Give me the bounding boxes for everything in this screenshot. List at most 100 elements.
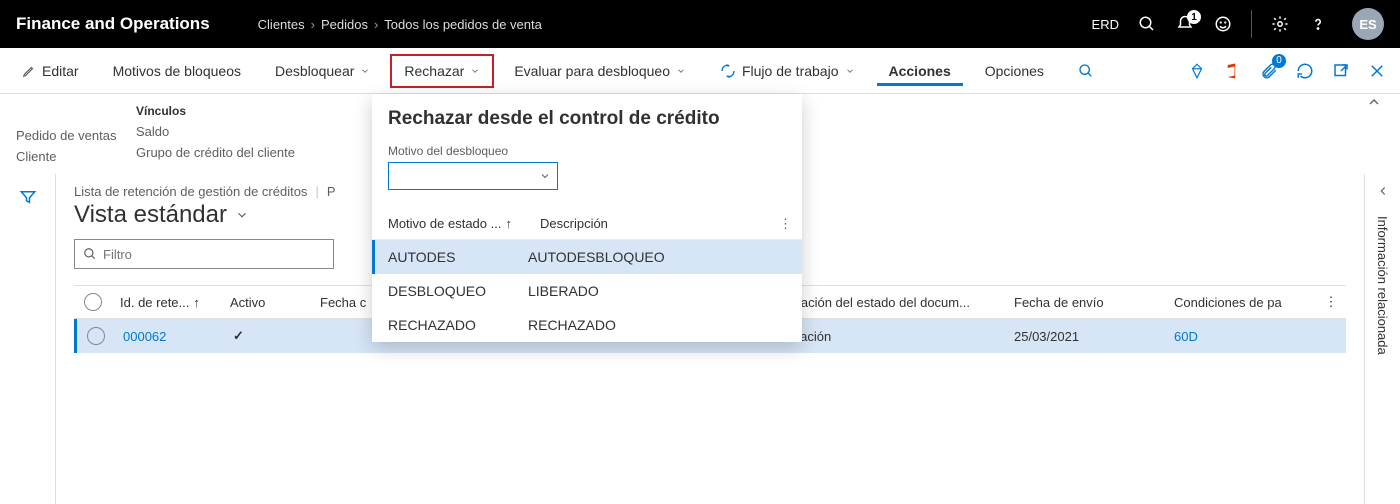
search-button[interactable] (1064, 54, 1108, 88)
attachment-count-badge: 0 (1272, 54, 1286, 68)
action-bar: Editar Motivos de bloqueos Desbloquear R… (0, 48, 1400, 94)
search-icon (1078, 63, 1094, 79)
row-cond[interactable]: 60D (1166, 319, 1316, 353)
dropdown-column-header: Motivo de estado ... ↑ Descripción ⋮ (372, 208, 802, 240)
topbar-right: ERD 1 ES (1092, 8, 1384, 40)
acciones-tab[interactable]: Acciones (875, 54, 965, 88)
breadcrumb-item[interactable]: Todos los pedidos de venta (384, 17, 542, 32)
flujo-button[interactable]: Flujo de trabajo (706, 54, 869, 88)
filter-input-wrap[interactable] (74, 239, 334, 269)
right-rail: Información relacionada (1364, 174, 1400, 504)
links-col-left: Pedido de ventas Cliente (16, 104, 136, 154)
chevron-down-icon (539, 170, 551, 182)
filter-icon[interactable] (19, 188, 37, 504)
dd-col-desc[interactable]: Descripción (540, 216, 786, 231)
link-grupo[interactable]: Grupo de crédito del cliente (136, 145, 295, 160)
row-envio: 25/03/2021 (1006, 319, 1166, 353)
notifications-icon[interactable]: 1 (1175, 14, 1195, 34)
refresh-icon[interactable] (1290, 56, 1320, 86)
chevron-down-icon (676, 66, 686, 76)
col-cond[interactable]: Condiciones de pa (1166, 286, 1316, 318)
dd-col-motivo[interactable]: Motivo de estado ... ↑ (388, 216, 528, 231)
sort-asc-icon: ↑ (193, 295, 200, 310)
help-icon[interactable] (1308, 14, 1328, 34)
active-tab-underline (877, 83, 963, 86)
dropdown-row[interactable]: RECHAZADO RECHAZADO (372, 308, 802, 342)
col-id[interactable]: Id. de rete...↑ (112, 286, 222, 318)
top-bar: Finance and Operations Clientes › Pedido… (0, 0, 1400, 48)
motivo-select[interactable] (388, 162, 558, 190)
rechazar-label: Rechazar (404, 63, 464, 79)
related-info-label[interactable]: Información relacionada (1375, 216, 1390, 355)
attachments-icon[interactable]: 0 (1254, 56, 1284, 86)
chevron-down-icon (845, 66, 855, 76)
popout-icon[interactable] (1326, 56, 1356, 86)
row-select[interactable] (77, 319, 115, 353)
dd-row-code: RECHAZADO (388, 317, 528, 333)
office-icon[interactable] (1218, 56, 1248, 86)
edit-button[interactable]: Editar (8, 54, 93, 88)
chevron-right-icon: › (311, 17, 315, 32)
evaluar-label: Evaluar para desbloqueo (514, 63, 670, 79)
link-saldo[interactable]: Saldo (136, 124, 295, 139)
smiley-icon[interactable] (1213, 14, 1233, 34)
chevron-down-icon (470, 66, 480, 76)
row-activo: ✓ (225, 319, 315, 353)
opciones-tab[interactable]: Opciones (971, 54, 1058, 88)
chevron-down-icon (360, 66, 370, 76)
rechazar-button[interactable]: Rechazar (390, 54, 494, 88)
dropdown-row[interactable]: AUTODES AUTODESBLOQUEO (372, 240, 802, 274)
user-avatar[interactable]: ES (1352, 8, 1384, 40)
chevron-right-icon: › (374, 17, 378, 32)
dropdown-title: Rechazar desde el control de crédito (388, 108, 786, 130)
page-breadcrumb-extra: P (327, 184, 336, 199)
dd-row-desc: RECHAZADO (528, 317, 786, 333)
motivos-button[interactable]: Motivos de bloqueos (99, 54, 255, 88)
col-activo[interactable]: Activo (222, 286, 312, 318)
search-icon[interactable] (1137, 14, 1157, 34)
pencil-icon (22, 64, 36, 78)
links-heading: Vínculos (136, 104, 295, 118)
view-name-label: Vista estándar (74, 201, 227, 229)
filter-input[interactable] (103, 247, 325, 262)
edit-label: Editar (42, 63, 79, 79)
search-icon (83, 247, 97, 261)
dd-row-code: AUTODES (388, 249, 528, 265)
dd-row-code: DESBLOQUEO (388, 283, 528, 299)
dropdown-field-label: Motivo del desbloqueo (388, 144, 786, 158)
breadcrumb-item[interactable]: Clientes (258, 17, 305, 32)
flujo-label: Flujo de trabajo (742, 63, 839, 79)
row-id[interactable]: 000062 (115, 319, 225, 353)
col-more[interactable]: ⋮ (1316, 286, 1346, 318)
breadcrumb-item[interactable]: Pedidos (321, 17, 368, 32)
opciones-label: Opciones (985, 63, 1044, 79)
rechazar-dropdown: Rechazar desde el control de crédito Mot… (372, 94, 802, 342)
app-title: Finance and Operations (16, 14, 210, 34)
desbloquear-button[interactable]: Desbloquear (261, 54, 384, 88)
gear-icon[interactable] (1270, 14, 1290, 34)
link-pedido[interactable]: Pedido de ventas (16, 128, 136, 143)
diamond-icon[interactable] (1182, 56, 1212, 86)
select-all-cell[interactable] (74, 286, 112, 318)
expand-rail-icon[interactable] (1376, 184, 1390, 198)
link-cliente[interactable]: Cliente (16, 149, 136, 164)
page-breadcrumb-text: Lista de retención de gestión de crédito… (74, 184, 307, 199)
links-col-right: Vínculos Saldo Grupo de crédito del clie… (136, 104, 295, 154)
sort-asc-icon: ↑ (505, 216, 512, 231)
divider (1251, 10, 1252, 38)
dd-row-desc: LIBERADO (528, 283, 786, 299)
col-envio[interactable]: Fecha de envío (1006, 286, 1166, 318)
company-code[interactable]: ERD (1092, 17, 1119, 32)
close-icon[interactable] (1362, 56, 1392, 86)
workflow-icon (720, 63, 736, 79)
collapse-icon[interactable] (1366, 94, 1382, 110)
evaluar-button[interactable]: Evaluar para desbloqueo (500, 54, 700, 88)
acciones-label: Acciones (889, 63, 951, 79)
chevron-down-icon (235, 208, 249, 222)
notification-count-badge: 1 (1187, 10, 1201, 24)
desbloquear-label: Desbloquear (275, 63, 354, 79)
dd-row-desc: AUTODESBLOQUEO (528, 249, 786, 265)
breadcrumb: Clientes › Pedidos › Todos los pedidos d… (258, 17, 542, 32)
dropdown-row[interactable]: DESBLOQUEO LIBERADO (372, 274, 802, 308)
more-icon[interactable]: ⋮ (779, 216, 792, 232)
